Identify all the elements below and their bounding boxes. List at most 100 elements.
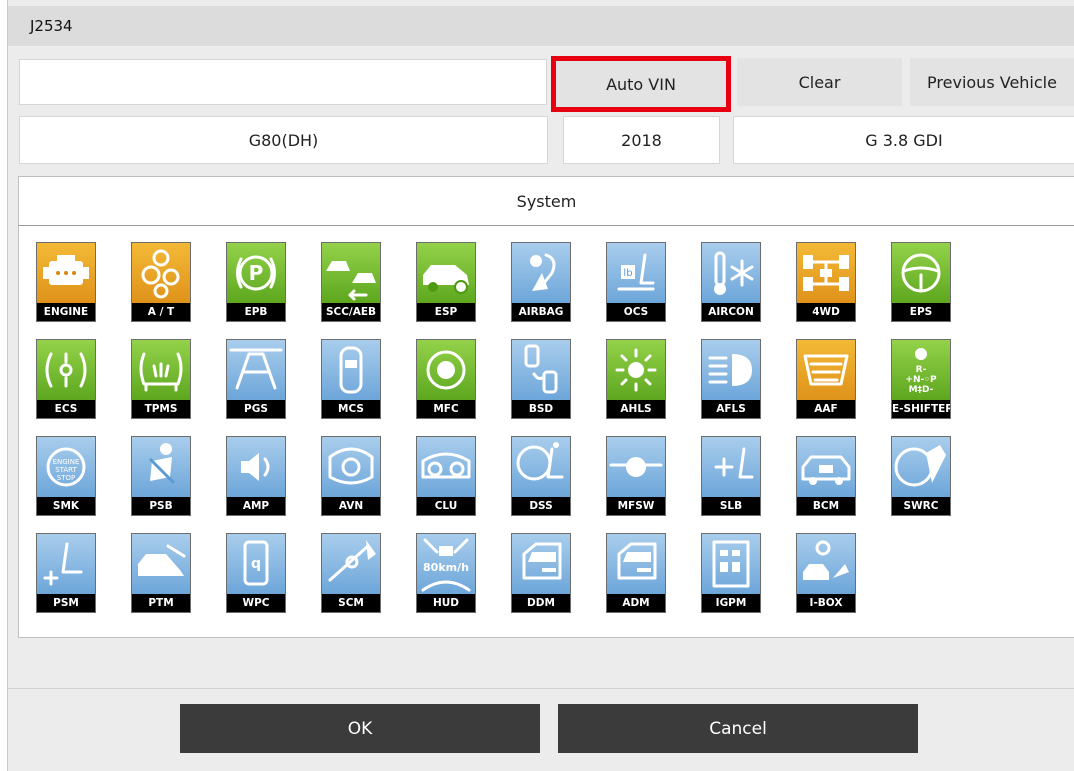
system-tile-e-shifter[interactable]: R- +N-◦P M‡D- E-SHIFTER xyxy=(891,339,951,419)
vin-input[interactable] xyxy=(19,59,547,105)
driver-seat-icon xyxy=(512,437,570,497)
system-tile-engine[interactable]: ENGINE xyxy=(36,242,96,322)
svg-text:+N-◦P: +N-◦P xyxy=(905,375,937,385)
system-tile-label: AHLS xyxy=(607,400,665,418)
seat-weight-icon: lb xyxy=(607,243,665,303)
system-tile-aircon[interactable]: AIRCON xyxy=(701,242,761,322)
cancel-button[interactable]: Cancel xyxy=(558,704,918,753)
system-tile-a-t[interactable]: A / T xyxy=(131,242,191,322)
grille-icon xyxy=(797,340,855,400)
system-tile-mfsw[interactable]: MFSW xyxy=(606,436,666,516)
system-tile-airbag[interactable]: AIRBAG xyxy=(511,242,571,322)
system-tile-label: MFC xyxy=(417,400,475,418)
cluster-icon xyxy=(417,437,475,497)
system-tile-label: BCM xyxy=(797,497,855,515)
system-tile-smk[interactable]: ENGINE START STOP SMK xyxy=(36,436,96,516)
system-tile-label: AIRBAG xyxy=(512,303,570,321)
system-tile-aaf[interactable]: AAF xyxy=(796,339,856,419)
drivetrain-icon xyxy=(797,243,855,303)
system-tile-label: SWRC xyxy=(892,497,950,515)
system-tile-label: PSM xyxy=(37,594,95,612)
system-tile-clu[interactable]: CLU xyxy=(416,436,476,516)
system-tile-ddm[interactable]: DDM xyxy=(511,533,571,613)
system-tile-label: TPMS xyxy=(132,400,190,418)
title-bar: J2534 xyxy=(8,6,1074,46)
camera-icon xyxy=(417,340,475,400)
blind-spot-icon xyxy=(512,340,570,400)
start-stop-icon: ENGINE START STOP xyxy=(37,437,95,497)
system-tile-scc-aeb[interactable]: SCC/AEB xyxy=(321,242,381,322)
system-tile-hud[interactable]: 80km/h HUD xyxy=(416,533,476,613)
system-tile-esp[interactable]: ESP xyxy=(416,242,476,322)
headlamp-icon xyxy=(702,340,760,400)
system-tile-psm[interactable]: PSM xyxy=(36,533,96,613)
system-tile-label: SCC/AEB xyxy=(322,303,380,321)
system-tile-ptm[interactable]: PTM xyxy=(131,533,191,613)
system-tile-i-box[interactable]: I-BOX xyxy=(796,533,856,613)
system-tile-4wd[interactable]: 4WD xyxy=(796,242,856,322)
svg-text:ENGINE: ENGINE xyxy=(53,458,80,466)
system-tile-mfc[interactable]: MFC xyxy=(416,339,476,419)
system-tile-ahls[interactable]: AHLS xyxy=(606,339,666,419)
lumbar-icon xyxy=(702,437,760,497)
system-tile-label: CLU xyxy=(417,497,475,515)
system-tile-bsd[interactable]: BSD xyxy=(511,339,571,419)
system-tile-label: SLB xyxy=(702,497,760,515)
aircon-icon xyxy=(702,243,760,303)
system-tile-label: MFSW xyxy=(607,497,665,515)
wireless-charger-icon: q xyxy=(227,534,285,594)
system-tile-epb[interactable]: P EPB xyxy=(226,242,286,322)
speaker-icon xyxy=(227,437,285,497)
svg-text:q: q xyxy=(251,556,261,572)
clear-button[interactable]: Clear xyxy=(737,58,902,106)
headlamp-level-icon xyxy=(607,340,665,400)
driver-door-icon xyxy=(512,534,570,594)
model-field[interactable]: G80(DH) xyxy=(19,116,548,164)
remote-control-icon xyxy=(892,437,950,497)
system-tile-scm[interactable]: SCM xyxy=(321,533,381,613)
system-tile-wpc[interactable]: q WPC xyxy=(226,533,286,613)
system-tile-label: 4WD xyxy=(797,303,855,321)
year-field[interactable]: 2018 xyxy=(563,116,720,164)
collision-icon xyxy=(322,243,380,303)
head-up-display-icon: 80km/h xyxy=(417,534,475,594)
system-tile-ecs[interactable]: ECS xyxy=(36,339,96,419)
system-tile-tpms[interactable]: TPMS xyxy=(131,339,191,419)
system-tile-label: ESP xyxy=(417,303,475,321)
suspension-icon xyxy=(37,340,95,400)
system-tile-ocs[interactable]: lb OCS xyxy=(606,242,666,322)
auto-vin-button[interactable]: Auto VIN xyxy=(551,56,731,112)
system-tile-amp[interactable]: AMP xyxy=(226,436,286,516)
switch-icon xyxy=(607,437,665,497)
previous-vehicle-button[interactable]: Previous Vehicle xyxy=(910,58,1074,106)
system-tile-label: PSB xyxy=(132,497,190,515)
system-tile-mcs[interactable]: MCS xyxy=(321,339,381,419)
system-tile-label: AAF xyxy=(797,400,855,418)
shifter-icon: R- +N-◦P M‡D- xyxy=(892,340,950,400)
car-stability-icon xyxy=(417,243,475,303)
system-tile-avn[interactable]: AVN xyxy=(321,436,381,516)
system-tile-label: AIRCON xyxy=(702,303,760,321)
system-tile-label: OCS xyxy=(607,303,665,321)
system-tile-afls[interactable]: AFLS xyxy=(701,339,761,419)
system-tile-label: ADM xyxy=(607,594,665,612)
hud-speed-text: 80km/h xyxy=(423,561,469,574)
svg-text:START: START xyxy=(55,466,77,474)
system-tile-pgs[interactable]: PGS xyxy=(226,339,286,419)
system-tile-label: BSD xyxy=(512,400,570,418)
system-tile-swrc[interactable]: SWRC xyxy=(891,436,951,516)
system-tile-slb[interactable]: SLB xyxy=(701,436,761,516)
system-tile-igpm[interactable]: IGPM xyxy=(701,533,761,613)
system-tile-label: ENGINE xyxy=(37,303,95,321)
system-tile-label: HUD xyxy=(417,594,475,612)
engine-field[interactable]: G 3.8 GDI xyxy=(733,116,1074,164)
system-tile-eps[interactable]: EPS xyxy=(891,242,951,322)
system-tile-label: E-SHIFTER xyxy=(892,400,950,418)
system-tile-bcm[interactable]: BCM xyxy=(796,436,856,516)
system-tile-adm[interactable]: ADM xyxy=(606,533,666,613)
ok-button[interactable]: OK xyxy=(180,704,540,753)
system-tile-psb[interactable]: PSB xyxy=(131,436,191,516)
system-tile-label: DDM xyxy=(512,594,570,612)
system-tile-dss[interactable]: DSS xyxy=(511,436,571,516)
tire-pressure-icon xyxy=(132,340,190,400)
